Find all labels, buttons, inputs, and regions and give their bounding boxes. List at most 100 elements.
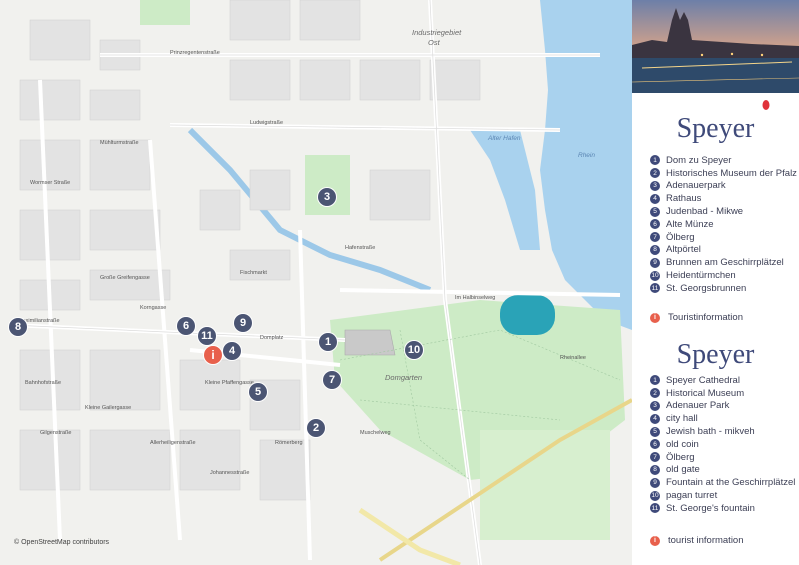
legend-item-label: Altpörtel xyxy=(666,244,701,256)
street-label: Prinzregentenstraße xyxy=(170,50,220,56)
legend-number-badge: 5 xyxy=(650,206,660,217)
poi-marker-11[interactable]: 11 xyxy=(198,327,216,345)
park-southeast xyxy=(480,430,610,540)
legend-item: 8 old gate xyxy=(650,464,795,477)
map-attribution: © OpenStreetMap contributors xyxy=(14,539,110,546)
street-label: Im Halbinselweg xyxy=(455,295,496,301)
poi-marker-2[interactable]: 2 xyxy=(307,419,325,437)
legend-item: 7 Ölberg xyxy=(650,231,797,244)
street-label: Kleine Gailergasse xyxy=(85,405,132,411)
legend-item-label: St. Georgsbrunnen xyxy=(666,282,747,294)
legend-item: 1 Dom zu Speyer xyxy=(650,154,797,167)
map-page: Maximilianstraße Prinzregentenstraße Lud… xyxy=(0,0,799,565)
street-label: Allerheiligenstraße xyxy=(150,440,196,446)
legend-number-badge: 6 xyxy=(650,439,660,450)
legend-item-label: pagan turret xyxy=(666,490,718,502)
adenauer-park xyxy=(305,155,350,215)
street-label: Kleine Pfaffengasse xyxy=(205,380,254,386)
tourist-info-marker[interactable]: i xyxy=(204,346,222,364)
poi-marker-3[interactable]: 3 xyxy=(318,188,336,206)
legend-item: 4 Rathaus xyxy=(650,192,797,205)
legend-list-de: 1 Dom zu Speyer 2 Historisches Museum der P… xyxy=(650,154,797,295)
legend-item: 3 Adenauerpark xyxy=(650,180,797,193)
legend-number-badge: 1 xyxy=(650,155,660,166)
red-dot-decoration xyxy=(762,100,770,110)
poi-marker-10[interactable]: 10 xyxy=(405,341,423,359)
legend-number-badge: 1 xyxy=(650,375,660,386)
street-label: Domplatz xyxy=(260,335,284,341)
legend-item-label: Historical Museum xyxy=(666,387,745,399)
poi-marker-8[interactable]: 8 xyxy=(9,318,27,336)
legend-number-badge: 6 xyxy=(650,219,660,230)
poi-marker-7[interactable]: 7 xyxy=(323,371,341,389)
place-label: Domgarten xyxy=(385,373,423,382)
legend-number-badge: 3 xyxy=(650,400,660,411)
legend-item: 2 Historical Museum xyxy=(650,387,795,400)
legend-item-label: Jewish bath - mikveh xyxy=(666,426,755,438)
legend-title-en: Speyer xyxy=(676,339,755,370)
legend-item-label: Rathaus xyxy=(666,193,702,205)
legend-list-en: 1 Speyer Cathedral 2 Historical Museum 3 Aden… xyxy=(650,374,795,515)
water-label: Alter Hafen xyxy=(488,135,521,142)
tourist-info-entry-de: i Touristinformation xyxy=(650,312,743,323)
street-label: Hafenstraße xyxy=(345,245,376,251)
street-label: Korngasse xyxy=(140,305,167,311)
place-label: Industriegebiet xyxy=(412,28,462,37)
poi-marker-5[interactable]: 5 xyxy=(249,383,267,401)
legend-item: 2 Historisches Museum der Pfalz xyxy=(650,167,797,180)
info-icon: i xyxy=(650,312,660,323)
street-label: Römerberg xyxy=(275,440,303,446)
legend-item-label: Historisches Museum der Pfalz xyxy=(666,167,797,179)
legend-number-badge: 2 xyxy=(650,168,660,179)
info-icon: i xyxy=(650,535,660,546)
legend-item-label: old coin xyxy=(666,438,699,450)
legend-item-label: Dom zu Speyer xyxy=(666,154,732,166)
street-label: Große Greifengasse xyxy=(100,275,150,281)
legend-number-badge: 7 xyxy=(650,232,660,243)
legend-item: 9 Fountain at the Geschirrplätzel xyxy=(650,476,795,489)
legend-item: 5 Jewish bath - mikveh xyxy=(650,425,795,438)
legend-item-label: Speyer Cathedral xyxy=(666,374,740,386)
legend-number-badge: 10 xyxy=(650,490,660,501)
legend-item: 10 pagan turret xyxy=(650,489,795,502)
street-label: Muschelweg xyxy=(360,430,391,436)
poi-marker-9[interactable]: 9 xyxy=(234,314,252,332)
legend-item-label: old gate xyxy=(666,464,700,476)
water-label: Rhein xyxy=(578,152,595,159)
legend-number-badge: 7 xyxy=(650,452,660,463)
legend-item-label: St. George's fountain xyxy=(666,502,755,514)
sports-field xyxy=(500,295,555,335)
legend-item-label: city hall xyxy=(666,413,698,425)
street-label: Gilgenstraße xyxy=(40,430,72,436)
poi-marker-6[interactable]: 6 xyxy=(177,317,195,335)
legend-item-label: Brunnen am Geschirrplätzel xyxy=(666,257,784,269)
legend-item: 11 St. George's fountain xyxy=(650,502,795,515)
legend-number-badge: 9 xyxy=(650,257,660,268)
legend-number-badge: 5 xyxy=(650,426,660,437)
street-label: Johannesstraße xyxy=(210,470,250,476)
legend-item-label: Ölberg xyxy=(666,451,695,463)
legend-item: 10 Heidentürmchen xyxy=(650,269,797,282)
legend-panel: Speyer 1 Dom zu Speyer 2 Historisches Museu… xyxy=(632,0,799,565)
legend-number-badge: 3 xyxy=(650,180,660,191)
street-label: Rheinallee xyxy=(560,355,586,361)
legend-number-badge: 11 xyxy=(650,503,660,514)
legend-number-badge: 4 xyxy=(650,193,660,204)
tourist-info-label-en: tourist information xyxy=(668,535,744,546)
poi-marker-4[interactable]: 4 xyxy=(223,342,241,360)
street-label: Ludwigstraße xyxy=(250,120,284,126)
tourist-info-entry-en: i tourist information xyxy=(650,535,744,546)
legend-number-badge: 10 xyxy=(650,270,660,281)
poi-marker-1[interactable]: 1 xyxy=(319,333,337,351)
street-label: Bahnhofstraße xyxy=(25,380,62,386)
place-label: Ost xyxy=(428,38,440,47)
legend-item: 3 Adenauer Park xyxy=(650,400,795,413)
legend-item: 11 St. Georgsbrunnen xyxy=(650,282,797,295)
legend-item: 8 Altpörtel xyxy=(650,244,797,257)
street-label: Mühlturmstraße xyxy=(100,140,139,146)
legend-item-label: Judenbad - Mikwe xyxy=(666,206,744,218)
legend-item: 6 old coin xyxy=(650,438,795,451)
legend-number-badge: 8 xyxy=(650,244,660,255)
legend-number-badge: 4 xyxy=(650,413,660,424)
city-map[interactable] xyxy=(0,0,632,565)
